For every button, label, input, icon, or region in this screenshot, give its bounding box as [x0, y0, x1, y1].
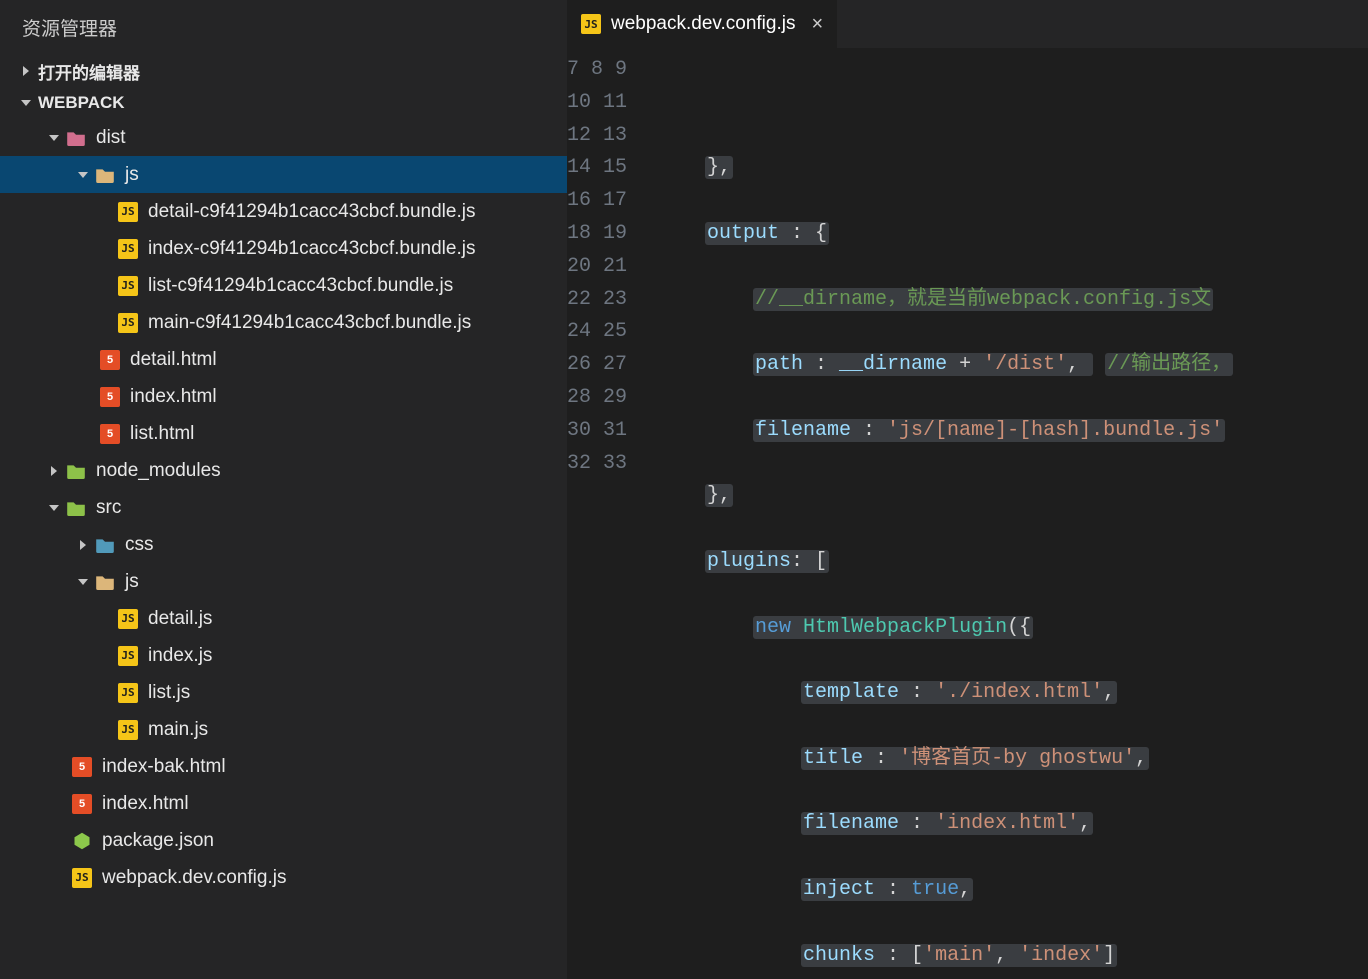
file-label: list.js: [148, 682, 190, 704]
file-label: detail-c9f41294b1cacc43cbcf.bundle.js: [148, 201, 475, 223]
chevron-right-icon: [75, 540, 91, 550]
folder-src-js[interactable]: js: [0, 563, 567, 600]
js-file-icon: JS: [72, 868, 92, 888]
file-label: list-c9f41294b1cacc43cbcf.bundle.js: [148, 275, 453, 297]
file-tree: dist js JS detail-c9f41294b1cacc43cbcf.bu…: [0, 119, 567, 896]
file-item[interactable]: JS list-c9f41294b1cacc43cbcf.bundle.js: [0, 267, 567, 304]
html-file-icon: 5: [100, 350, 120, 370]
folder-icon: [95, 165, 115, 185]
folder-src-css[interactable]: css: [0, 526, 567, 563]
file-item[interactable]: 5 list.html: [0, 415, 567, 452]
folder-dist-js[interactable]: js: [0, 156, 567, 193]
code-area[interactable]: 7 8 9 10 11 12 13 14 15 16 17 18 19 20 2…: [567, 48, 1368, 979]
chevron-down-icon: [18, 98, 34, 108]
file-item[interactable]: JS main-c9f41294b1cacc43cbcf.bundle.js: [0, 304, 567, 341]
folder-label: node_modules: [96, 460, 221, 482]
file-item[interactable]: 5 index-bak.html: [0, 748, 567, 785]
file-label: main-c9f41294b1cacc43cbcf.bundle.js: [148, 312, 471, 334]
tab-webpack-config[interactable]: JS webpack.dev.config.js ×: [567, 0, 837, 48]
folder-label: dist: [96, 127, 126, 149]
folder-label: css: [125, 534, 154, 556]
html-file-icon: 5: [100, 424, 120, 444]
folder-icon: [95, 572, 115, 592]
project-name: WEBPACK: [38, 93, 125, 113]
file-label: index-c9f41294b1cacc43cbcf.bundle.js: [148, 238, 475, 260]
folder-label: js: [125, 164, 139, 186]
file-item[interactable]: JS detail-c9f41294b1cacc43cbcf.bundle.js: [0, 193, 567, 230]
js-file-icon: JS: [118, 239, 138, 259]
file-label: index.html: [130, 386, 217, 408]
tab-label: webpack.dev.config.js: [611, 13, 795, 35]
editor-area: JS webpack.dev.config.js × 7 8 9 10 11 1…: [567, 0, 1368, 979]
file-item[interactable]: JS index.js: [0, 637, 567, 674]
file-label: list.html: [130, 423, 194, 445]
chevron-down-icon: [75, 170, 91, 180]
js-file-icon: JS: [118, 646, 138, 666]
file-label: index-bak.html: [102, 756, 226, 778]
file-label: package.json: [102, 830, 214, 852]
file-item[interactable]: JS webpack.dev.config.js: [0, 859, 567, 896]
chevron-down-icon: [75, 577, 91, 587]
js-file-icon: JS: [118, 313, 138, 333]
editor-tabs: JS webpack.dev.config.js ×: [567, 0, 1368, 48]
folder-icon: [66, 128, 86, 148]
folder-dist[interactable]: dist: [0, 119, 567, 156]
chevron-right-icon: [18, 66, 34, 76]
close-icon[interactable]: ×: [805, 13, 823, 36]
file-item[interactable]: JS list.js: [0, 674, 567, 711]
file-item[interactable]: 5 index.html: [0, 378, 567, 415]
file-label: index.js: [148, 645, 212, 667]
html-file-icon: 5: [100, 387, 120, 407]
folder-node-modules[interactable]: node_modules: [0, 452, 567, 489]
file-item[interactable]: package.json: [0, 822, 567, 859]
chevron-right-icon: [46, 466, 62, 476]
open-editors-section[interactable]: 打开的编辑器: [0, 55, 567, 87]
file-item[interactable]: JS index-c9f41294b1cacc43cbcf.bundle.js: [0, 230, 567, 267]
folder-icon: [66, 498, 86, 518]
file-label: detail.html: [130, 349, 217, 371]
html-file-icon: 5: [72, 757, 92, 777]
file-label: detail.js: [148, 608, 212, 630]
js-file-icon: JS: [118, 720, 138, 740]
code-content[interactable]: }, output : { //__dirname，就是当前webpack.co…: [653, 48, 1368, 979]
file-label: webpack.dev.config.js: [102, 867, 286, 889]
file-item[interactable]: JS main.js: [0, 711, 567, 748]
file-item[interactable]: 5 detail.html: [0, 341, 567, 378]
explorer-sidebar: 资源管理器 打开的编辑器 WEBPACK dist: [0, 0, 567, 979]
file-label: index.html: [102, 793, 189, 815]
line-number-gutter: 7 8 9 10 11 12 13 14 15 16 17 18 19 20 2…: [567, 48, 653, 979]
html-file-icon: 5: [72, 794, 92, 814]
folder-label: src: [96, 497, 121, 519]
folder-icon: [95, 535, 115, 555]
open-editors-label: 打开的编辑器: [38, 59, 140, 84]
explorer-title: 资源管理器: [0, 0, 567, 55]
file-label: main.js: [148, 719, 208, 741]
file-item[interactable]: JS detail.js: [0, 600, 567, 637]
chevron-down-icon: [46, 133, 62, 143]
js-file-icon: JS: [118, 683, 138, 703]
folder-src[interactable]: src: [0, 489, 567, 526]
js-file-icon: JS: [118, 202, 138, 222]
js-file-icon: JS: [118, 276, 138, 296]
chevron-down-icon: [46, 503, 62, 513]
folder-label: js: [125, 571, 139, 593]
js-file-icon: JS: [581, 14, 601, 34]
file-item[interactable]: 5 index.html: [0, 785, 567, 822]
project-section[interactable]: WEBPACK: [0, 87, 567, 119]
js-file-icon: JS: [118, 609, 138, 629]
node-file-icon: [72, 831, 92, 851]
folder-icon: [66, 461, 86, 481]
